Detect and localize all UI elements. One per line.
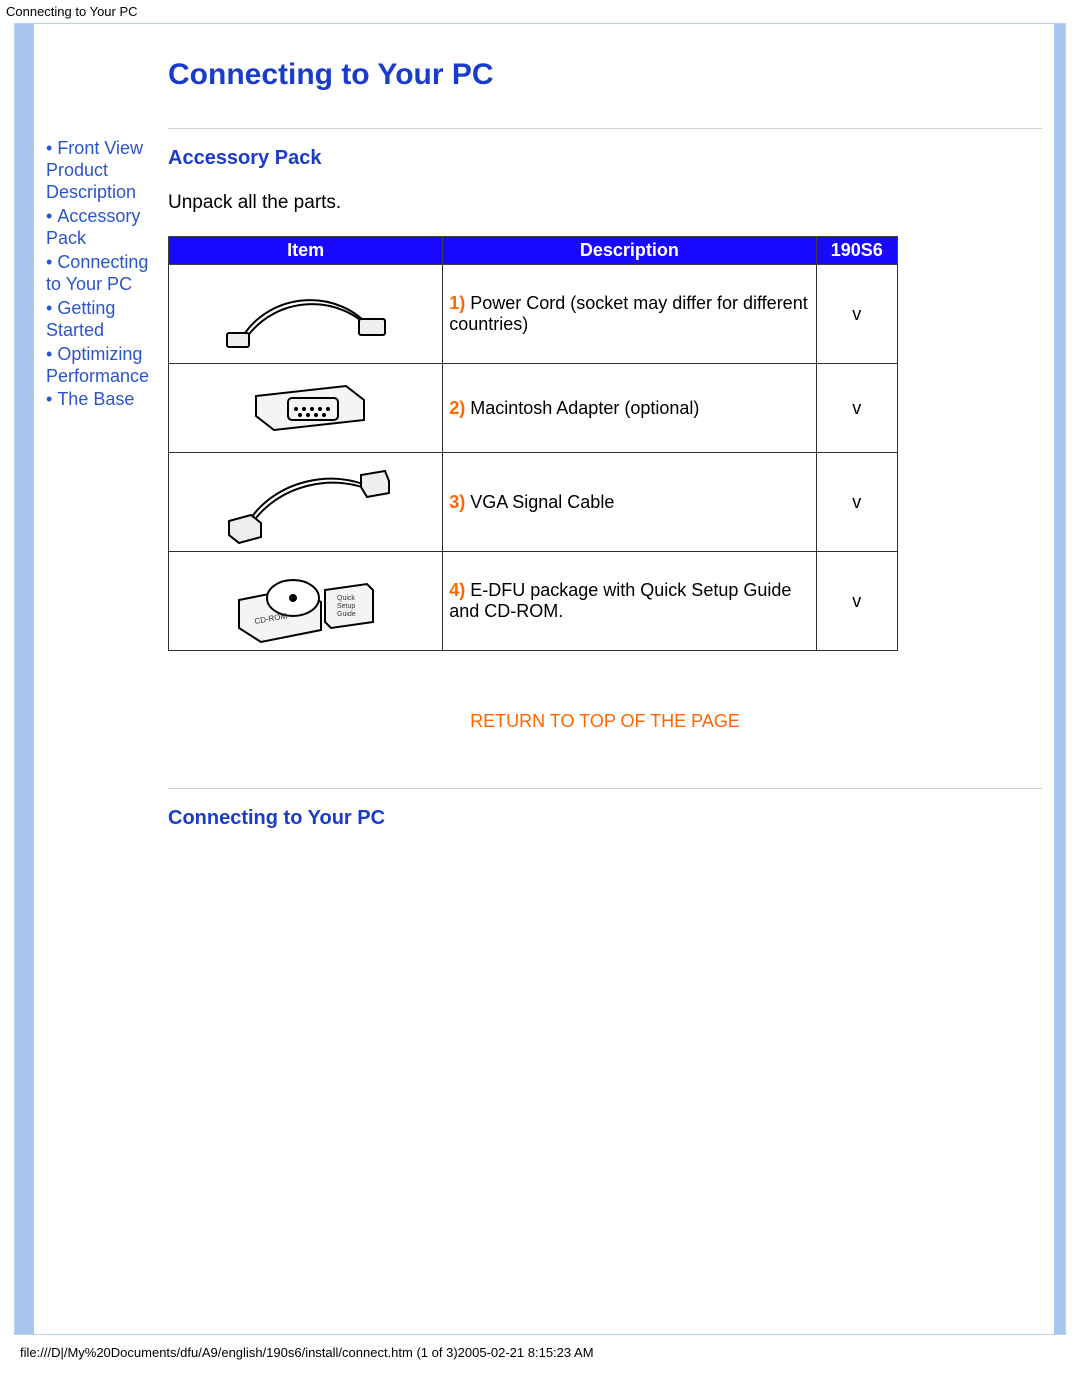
doc-tab-title: Connecting to Your PC: [0, 0, 1080, 23]
sidebar-item-front-view: • Front View Product Description: [46, 138, 164, 204]
cell-illus-vga-cable: [169, 453, 443, 552]
accessory-table: Item Description 190S6: [168, 236, 898, 651]
page-inner: • Front View Product Description • Acces…: [34, 24, 1054, 1334]
edfu-pack-icon: CD-ROM Quick Setup Guide: [221, 556, 391, 646]
cell-desc-edfu-pack: 4) E-DFU package with Quick Setup Guide …: [443, 552, 816, 651]
row-num: 3): [449, 492, 465, 512]
sidebar-link-front-view[interactable]: Front View Product Description: [46, 138, 143, 202]
page-outer: • Front View Product Description • Acces…: [14, 23, 1066, 1335]
row-desc: E-DFU package with Quick Setup Guide and…: [449, 580, 791, 621]
cell-illus-power-cord: [169, 265, 443, 364]
table-header-row: Item Description 190S6: [169, 237, 898, 265]
cell-mark-power-cord: v: [816, 265, 898, 364]
sidebar-item-connecting: • Connecting to Your PC: [46, 252, 164, 296]
sidebar-link-optimizing[interactable]: Optimizing Performance: [46, 344, 149, 386]
content-area: Connecting to Your PC Accessory Pack Unp…: [164, 58, 1042, 1334]
cell-mark-mac-adapter: v: [816, 364, 898, 453]
sidebar-link-accessory-pack[interactable]: Accessory Pack: [46, 206, 140, 248]
table-row: 3) VGA Signal Cable v: [169, 453, 898, 552]
row-num: 1): [449, 293, 465, 313]
row-desc: Power Cord (socket may differ for differ…: [449, 293, 808, 334]
vga-cable-icon: [221, 457, 391, 547]
svg-text:Quick: Quick: [337, 595, 355, 602]
sidebar-link-the-base[interactable]: The Base: [57, 389, 134, 409]
divider: [168, 788, 1042, 789]
sidebar-link-getting-started[interactable]: Getting Started: [46, 298, 115, 340]
cell-illus-edfu-pack: CD-ROM Quick Setup Guide: [169, 552, 443, 651]
sidebar-item-getting-started: • Getting Started: [46, 298, 164, 342]
svg-text:Guide: Guide: [337, 611, 356, 618]
table-row: CD-ROM Quick Setup Guide 4) E-DFU packag…: [169, 552, 898, 651]
cell-illus-mac-adapter: [169, 364, 443, 453]
mac-adapter-icon: [236, 368, 376, 448]
cell-desc-mac-adapter: 2) Macintosh Adapter (optional): [443, 364, 816, 453]
th-description: Description: [443, 237, 816, 265]
table-row: 1) Power Cord (socket may differ for dif…: [169, 265, 898, 364]
cell-mark-edfu-pack: v: [816, 552, 898, 651]
ornament-left-band: [15, 24, 34, 1334]
power-cord-icon: [221, 269, 391, 359]
ornament-right-band: [1054, 24, 1065, 1334]
table-row: 2) Macintosh Adapter (optional) v: [169, 364, 898, 453]
section-heading-connecting: Connecting to Your PC: [168, 807, 1042, 830]
th-model: 190S6: [816, 237, 898, 265]
sidebar-item-optimizing: • Optimizing Performance: [46, 344, 164, 388]
accessory-intro: Unpack all the parts.: [168, 192, 1042, 214]
row-desc: Macintosh Adapter (optional): [465, 398, 699, 418]
footer-path: file:///D|/My%20Documents/dfu/A9/english…: [0, 1335, 1080, 1366]
cell-mark-vga-cable: v: [816, 453, 898, 552]
th-item: Item: [169, 237, 443, 265]
return-to-top-link[interactable]: RETURN TO TOP OF THE PAGE: [168, 651, 1042, 752]
row-num: 2): [449, 398, 465, 418]
row-num: 4): [449, 580, 465, 600]
cell-desc-vga-cable: 3) VGA Signal Cable: [443, 453, 816, 552]
svg-text:Setup: Setup: [337, 603, 355, 610]
section-heading-accessory: Accessory Pack: [168, 147, 1042, 170]
sidebar-item-accessory-pack: • Accessory Pack: [46, 206, 164, 250]
sidebar-item-the-base: • The Base: [46, 389, 164, 411]
page-title: Connecting to Your PC: [168, 58, 1042, 92]
cell-desc-power-cord: 1) Power Cord (socket may differ for dif…: [443, 265, 816, 364]
sidebar-nav: • Front View Product Description • Acces…: [46, 58, 164, 1334]
sidebar-link-connecting[interactable]: Connecting to Your PC: [46, 252, 148, 294]
divider: [168, 128, 1042, 129]
row-desc: VGA Signal Cable: [465, 492, 614, 512]
